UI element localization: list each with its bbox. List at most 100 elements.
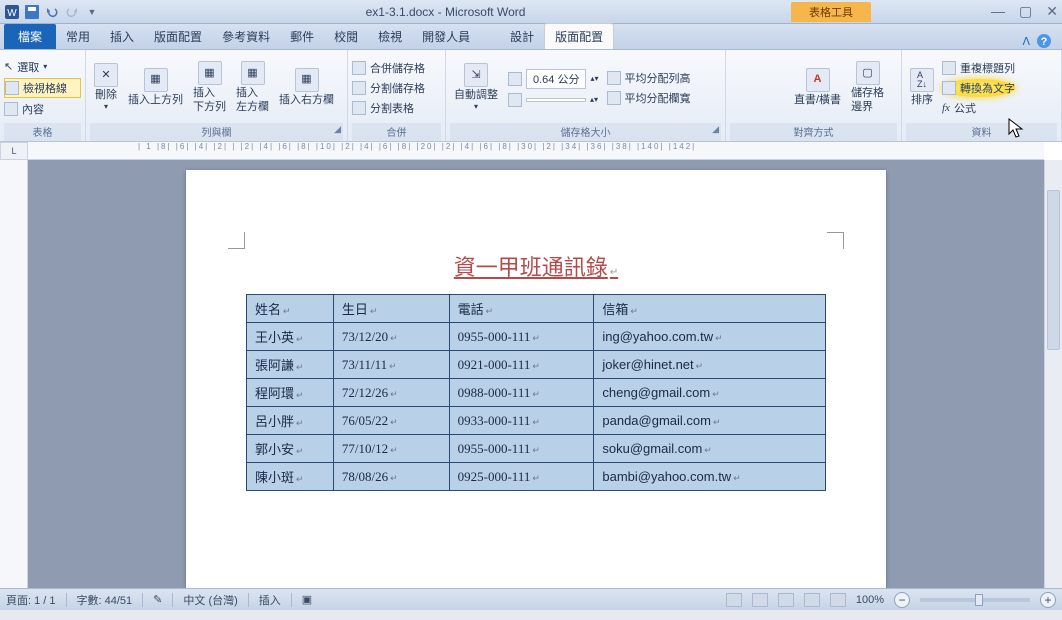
repeat-header-button[interactable]: 重複標題列 <box>942 59 1015 77</box>
tab-references[interactable]: 參考資料 <box>212 24 280 49</box>
table-cell[interactable]: 郭小安 <box>247 435 334 463</box>
col-width-input[interactable]: ▴▾ <box>508 92 599 108</box>
split-cells-button[interactable]: 分割儲存格 <box>352 79 425 97</box>
properties-button[interactable]: 內容 <box>4 100 81 118</box>
web-layout-view[interactable] <box>778 593 794 607</box>
table-cell[interactable]: joker@hinet.net <box>594 351 826 379</box>
split-table-button[interactable]: 分割表格 <box>352 99 425 117</box>
table-cell[interactable]: 0933-000-111 <box>449 407 594 435</box>
distribute-cols-button[interactable]: 平均分配欄寬 <box>607 89 691 107</box>
tab-view[interactable]: 檢視 <box>368 24 412 49</box>
tab-review[interactable]: 校閱 <box>324 24 368 49</box>
table-cell[interactable]: 0925-000-111 <box>449 463 594 491</box>
horizontal-ruler[interactable]: | 1 |8| |6| |4| |2| | |2| |4| |6| |8| |1… <box>28 142 1044 160</box>
vertical-scrollbar[interactable] <box>1044 160 1062 588</box>
insert-left-button[interactable]: ▦插入 左方欄 <box>232 59 273 115</box>
print-layout-view[interactable] <box>726 593 742 607</box>
header-cell[interactable]: 電話 <box>449 295 594 323</box>
document-viewport[interactable]: 資一甲班通訊錄 姓名 生日 電話 信箱 王小英73/12/200955-000-… <box>28 160 1044 588</box>
table-cell[interactable]: 呂小胖 <box>247 407 334 435</box>
merge-cells-button[interactable]: 合併儲存格 <box>352 59 425 77</box>
scrollbar-thumb[interactable] <box>1047 190 1060 350</box>
zoom-in-button[interactable]: + <box>1040 592 1056 608</box>
table-cell[interactable]: 陳小斑 <box>247 463 334 491</box>
table-cell[interactable]: 0955-000-111 <box>449 323 594 351</box>
draft-view[interactable] <box>830 593 846 607</box>
qat-dropdown-icon[interactable]: ▼ <box>84 4 100 20</box>
tab-table-layout[interactable]: 版面配置 <box>544 23 614 49</box>
zoom-slider[interactable] <box>920 598 1030 602</box>
macro-icon[interactable]: ▣ <box>302 593 312 606</box>
cell-margins-button[interactable]: ▢儲存格 邊界 <box>847 59 888 115</box>
table-row[interactable]: 呂小胖76/05/220933-000-111panda@gmail.com <box>247 407 826 435</box>
select-button[interactable]: ↖選取▾ <box>4 58 81 76</box>
tab-insert[interactable]: 插入 <box>100 24 144 49</box>
zoom-out-button[interactable]: − <box>894 592 910 608</box>
close-icon[interactable]: ✕ <box>1046 3 1058 20</box>
table-cell[interactable]: bambi@yahoo.com.tw <box>594 463 826 491</box>
insert-mode[interactable]: 插入 <box>259 592 281 608</box>
table-cell[interactable]: 0988-000-111 <box>449 379 594 407</box>
table-cell[interactable]: 0921-000-111 <box>449 351 594 379</box>
spellcheck-icon[interactable]: ✎ <box>153 593 162 606</box>
ribbon-minimize-icon[interactable]: ᐱ <box>1022 35 1030 48</box>
tab-file[interactable]: 檔案 <box>4 24 56 49</box>
table-cell[interactable]: soku@gmail.com <box>594 435 826 463</box>
row-height-input[interactable]: 0.64 公分▴▾ <box>508 68 599 90</box>
table-row[interactable]: 張阿謙73/11/110921-000-111joker@hinet.net <box>247 351 826 379</box>
document-title[interactable]: 資一甲班通訊錄 <box>246 250 826 282</box>
table-row[interactable]: 郭小安77/10/120955-000-111soku@gmail.com <box>247 435 826 463</box>
header-cell[interactable]: 生日 <box>333 295 449 323</box>
tab-selector[interactable]: L <box>0 142 28 160</box>
autofit-button[interactable]: ⇲自動調整▾ <box>450 61 502 114</box>
zoom-level[interactable]: 100% <box>856 594 884 606</box>
save-icon[interactable] <box>24 4 40 20</box>
insert-right-button[interactable]: ▦插入右方欄 <box>275 66 338 109</box>
tab-developer[interactable]: 開發人員 <box>412 24 480 49</box>
delete-button[interactable]: ✕刪除▾ <box>90 61 122 114</box>
table-cell[interactable]: ing@yahoo.com.tw <box>594 323 826 351</box>
help-icon[interactable]: ? <box>1036 33 1052 49</box>
table-cell[interactable]: cheng@gmail.com <box>594 379 826 407</box>
view-gridlines-button[interactable]: 檢視格線 <box>4 78 81 98</box>
formula-button[interactable]: fx公式 <box>942 99 1015 117</box>
header-cell[interactable]: 姓名 <box>247 295 334 323</box>
insert-above-button[interactable]: ▦插入上方列 <box>124 66 187 109</box>
table-cell[interactable]: 76/05/22 <box>333 407 449 435</box>
tab-mailings[interactable]: 郵件 <box>280 24 324 49</box>
convert-to-text-button[interactable]: 轉換為文字 <box>942 79 1015 97</box>
table-row[interactable]: 陳小斑78/08/260925-000-111bambi@yahoo.com.t… <box>247 463 826 491</box>
text-direction-button[interactable]: A直書/橫書 <box>790 66 845 109</box>
alignment-grid[interactable] <box>730 59 788 117</box>
table-cell[interactable]: 0955-000-111 <box>449 435 594 463</box>
tab-home[interactable]: 常用 <box>56 24 100 49</box>
page-indicator[interactable]: 頁面: 1 / 1 <box>6 592 56 608</box>
table-cell[interactable]: 72/12/26 <box>333 379 449 407</box>
tab-pagelayout[interactable]: 版面配置 <box>144 24 212 49</box>
maximize-icon[interactable]: ▢ <box>1019 3 1032 20</box>
table-cell[interactable]: 王小英 <box>247 323 334 351</box>
table-cell[interactable]: 73/11/11 <box>333 351 449 379</box>
distribute-rows-button[interactable]: 平均分配列高 <box>607 69 691 87</box>
table-row[interactable]: 程阿環72/12/260988-000-111cheng@gmail.com <box>247 379 826 407</box>
table-cell[interactable]: 張阿謙 <box>247 351 334 379</box>
table-row[interactable]: 王小英73/12/200955-000-111ing@yahoo.com.tw <box>247 323 826 351</box>
minimize-icon[interactable]: — <box>991 3 1005 20</box>
table-cell[interactable]: 73/12/20 <box>333 323 449 351</box>
table-cell[interactable]: 程阿環 <box>247 379 334 407</box>
redo-icon[interactable] <box>64 4 80 20</box>
dialog-launcher-icon[interactable]: ◢ <box>712 124 719 135</box>
dialog-launcher-icon[interactable]: ◢ <box>334 124 341 135</box>
table-cell[interactable]: 78/08/26 <box>333 463 449 491</box>
word-count[interactable]: 字數: 44/51 <box>77 592 133 608</box>
table-cell[interactable]: panda@gmail.com <box>594 407 826 435</box>
vertical-ruler[interactable] <box>0 160 28 588</box>
header-cell[interactable]: 信箱 <box>594 295 826 323</box>
tab-table-design[interactable]: 設計 <box>500 24 544 49</box>
fullscreen-view[interactable] <box>752 593 768 607</box>
table-cell[interactable]: 77/10/12 <box>333 435 449 463</box>
address-table[interactable]: 姓名 生日 電話 信箱 王小英73/12/200955-000-111ing@y… <box>246 294 826 491</box>
outline-view[interactable] <box>804 593 820 607</box>
insert-below-button[interactable]: ▦插入 下方列 <box>189 59 230 115</box>
sort-button[interactable]: AZ↓排序 <box>906 66 938 109</box>
